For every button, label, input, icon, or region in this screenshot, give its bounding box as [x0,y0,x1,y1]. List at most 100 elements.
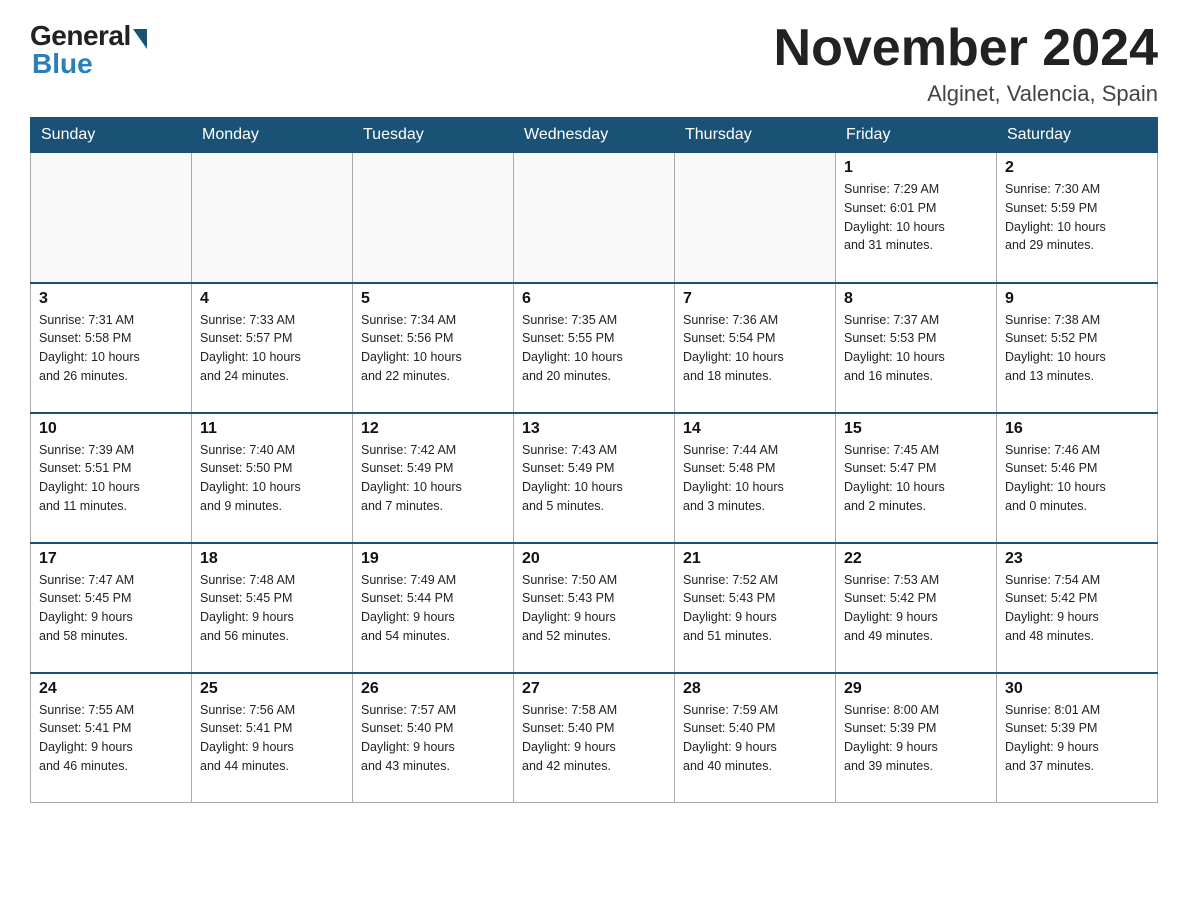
weekday-header-thursday: Thursday [675,118,836,153]
day-number: 17 [39,550,183,568]
day-info: Sunrise: 7:33 AMSunset: 5:57 PMDaylight:… [200,311,344,386]
day-number: 19 [361,550,505,568]
calendar-cell: 1 Sunrise: 7:29 AMSunset: 6:01 PMDaylight… [836,153,997,283]
day-number: 2 [1005,159,1149,177]
day-number: 20 [522,550,666,568]
day-info: Sunrise: 7:29 AMSunset: 6:01 PMDaylight:… [844,180,988,255]
day-number: 26 [361,680,505,698]
calendar-cell: 12 Sunrise: 7:42 AMSunset: 5:49 PMDayligh… [353,413,514,543]
calendar-cell: 8 Sunrise: 7:37 AMSunset: 5:53 PMDaylight… [836,283,997,413]
day-number: 15 [844,420,988,438]
calendar-cell: 30 Sunrise: 8:01 AMSunset: 5:39 PMDayligh… [997,673,1158,803]
day-number: 30 [1005,680,1149,698]
day-info: Sunrise: 7:57 AMSunset: 5:40 PMDaylight:… [361,701,505,776]
calendar-cell: 15 Sunrise: 7:45 AMSunset: 5:47 PMDayligh… [836,413,997,543]
day-number: 3 [39,290,183,308]
day-info: Sunrise: 7:52 AMSunset: 5:43 PMDaylight:… [683,571,827,646]
calendar-cell: 13 Sunrise: 7:43 AMSunset: 5:49 PMDayligh… [514,413,675,543]
calendar-cell: 17 Sunrise: 7:47 AMSunset: 5:45 PMDayligh… [31,543,192,673]
day-number: 12 [361,420,505,438]
calendar-cell: 9 Sunrise: 7:38 AMSunset: 5:52 PMDaylight… [997,283,1158,413]
calendar-week-row: 3 Sunrise: 7:31 AMSunset: 5:58 PMDaylight… [31,283,1158,413]
location-label: Alginet, Valencia, Spain [774,81,1158,107]
weekday-header-tuesday: Tuesday [353,118,514,153]
calendar-cell: 29 Sunrise: 8:00 AMSunset: 5:39 PMDayligh… [836,673,997,803]
day-info: Sunrise: 7:47 AMSunset: 5:45 PMDaylight:… [39,571,183,646]
calendar-cell: 28Sunrise: 7:59 AMSunset: 5:40 PMDayligh… [675,673,836,803]
day-info: Sunrise: 7:42 AMSunset: 5:49 PMDaylight:… [361,441,505,516]
day-number: 23 [1005,550,1149,568]
weekday-header-sunday: Sunday [31,118,192,153]
day-number: 9 [1005,290,1149,308]
calendar-cell: 21 Sunrise: 7:52 AMSunset: 5:43 PMDayligh… [675,543,836,673]
logo: General Blue [30,20,147,80]
day-number: 21 [683,550,827,568]
day-info: Sunrise: 8:01 AMSunset: 5:39 PMDaylight:… [1005,701,1149,776]
day-number: 10 [39,420,183,438]
calendar-cell: 5Sunrise: 7:34 AMSunset: 5:56 PMDaylight… [353,283,514,413]
day-info: Sunrise: 7:50 AMSunset: 5:43 PMDaylight:… [522,571,666,646]
calendar-cell: 25Sunrise: 7:56 AMSunset: 5:41 PMDayligh… [192,673,353,803]
calendar-week-row: 17 Sunrise: 7:47 AMSunset: 5:45 PMDayligh… [31,543,1158,673]
page-header: General Blue November 2024 Alginet, Vale… [30,20,1158,107]
day-number: 6 [522,290,666,308]
calendar-cell [675,153,836,283]
day-number: 4 [200,290,344,308]
day-info: Sunrise: 7:37 AMSunset: 5:53 PMDaylight:… [844,311,988,386]
day-info: Sunrise: 7:58 AMSunset: 5:40 PMDaylight:… [522,701,666,776]
calendar-cell: 22 Sunrise: 7:53 AMSunset: 5:42 PMDayligh… [836,543,997,673]
calendar-cell: 20 Sunrise: 7:50 AMSunset: 5:43 PMDayligh… [514,543,675,673]
day-number: 29 [844,680,988,698]
calendar-cell: 6Sunrise: 7:35 AMSunset: 5:55 PMDaylight… [514,283,675,413]
calendar-cell: 4 Sunrise: 7:33 AMSunset: 5:57 PMDaylight… [192,283,353,413]
calendar-cell: 14Sunrise: 7:44 AMSunset: 5:48 PMDayligh… [675,413,836,543]
day-info: Sunrise: 7:45 AMSunset: 5:47 PMDaylight:… [844,441,988,516]
day-info: Sunrise: 7:36 AMSunset: 5:54 PMDaylight:… [683,311,827,386]
calendar-cell [353,153,514,283]
day-info: Sunrise: 8:00 AMSunset: 5:39 PMDaylight:… [844,701,988,776]
calendar-header-row: SundayMondayTuesdayWednesdayThursdayFrid… [31,118,1158,153]
day-number: 16 [1005,420,1149,438]
day-number: 13 [522,420,666,438]
day-info: Sunrise: 7:54 AMSunset: 5:42 PMDaylight:… [1005,571,1149,646]
title-section: November 2024 Alginet, Valencia, Spain [774,20,1158,107]
day-number: 22 [844,550,988,568]
weekday-header-wednesday: Wednesday [514,118,675,153]
weekday-header-saturday: Saturday [997,118,1158,153]
calendar-cell [31,153,192,283]
day-info: Sunrise: 7:49 AMSunset: 5:44 PMDaylight:… [361,571,505,646]
calendar-cell [192,153,353,283]
logo-arrow-icon [133,29,147,49]
calendar-cell: 10Sunrise: 7:39 AMSunset: 5:51 PMDayligh… [31,413,192,543]
calendar-cell: 23 Sunrise: 7:54 AMSunset: 5:42 PMDayligh… [997,543,1158,673]
calendar-table: SundayMondayTuesdayWednesdayThursdayFrid… [30,117,1158,803]
month-title: November 2024 [774,20,1158,77]
day-info: Sunrise: 7:46 AMSunset: 5:46 PMDaylight:… [1005,441,1149,516]
calendar-cell: 19 Sunrise: 7:49 AMSunset: 5:44 PMDayligh… [353,543,514,673]
day-info: Sunrise: 7:30 AMSunset: 5:59 PMDaylight:… [1005,180,1149,255]
day-number: 18 [200,550,344,568]
day-number: 14 [683,420,827,438]
day-info: Sunrise: 7:48 AMSunset: 5:45 PMDaylight:… [200,571,344,646]
day-info: Sunrise: 7:53 AMSunset: 5:42 PMDaylight:… [844,571,988,646]
day-number: 27 [522,680,666,698]
day-info: Sunrise: 7:59 AMSunset: 5:40 PMDaylight:… [683,701,827,776]
day-info: Sunrise: 7:55 AMSunset: 5:41 PMDaylight:… [39,701,183,776]
calendar-cell [514,153,675,283]
weekday-header-monday: Monday [192,118,353,153]
day-info: Sunrise: 7:38 AMSunset: 5:52 PMDaylight:… [1005,311,1149,386]
day-info: Sunrise: 7:40 AMSunset: 5:50 PMDaylight:… [200,441,344,516]
day-number: 7 [683,290,827,308]
calendar-cell: 26 Sunrise: 7:57 AMSunset: 5:40 PMDayligh… [353,673,514,803]
calendar-week-row: 24Sunrise: 7:55 AMSunset: 5:41 PMDayligh… [31,673,1158,803]
weekday-header-friday: Friday [836,118,997,153]
day-info: Sunrise: 7:31 AMSunset: 5:58 PMDaylight:… [39,311,183,386]
calendar-cell: 7 Sunrise: 7:36 AMSunset: 5:54 PMDaylight… [675,283,836,413]
calendar-cell: 27 Sunrise: 7:58 AMSunset: 5:40 PMDayligh… [514,673,675,803]
logo-blue-text: Blue [32,48,93,80]
calendar-cell: 16 Sunrise: 7:46 AMSunset: 5:46 PMDayligh… [997,413,1158,543]
day-info: Sunrise: 7:43 AMSunset: 5:49 PMDaylight:… [522,441,666,516]
day-number: 8 [844,290,988,308]
day-number: 1 [844,159,988,177]
day-info: Sunrise: 7:56 AMSunset: 5:41 PMDaylight:… [200,701,344,776]
